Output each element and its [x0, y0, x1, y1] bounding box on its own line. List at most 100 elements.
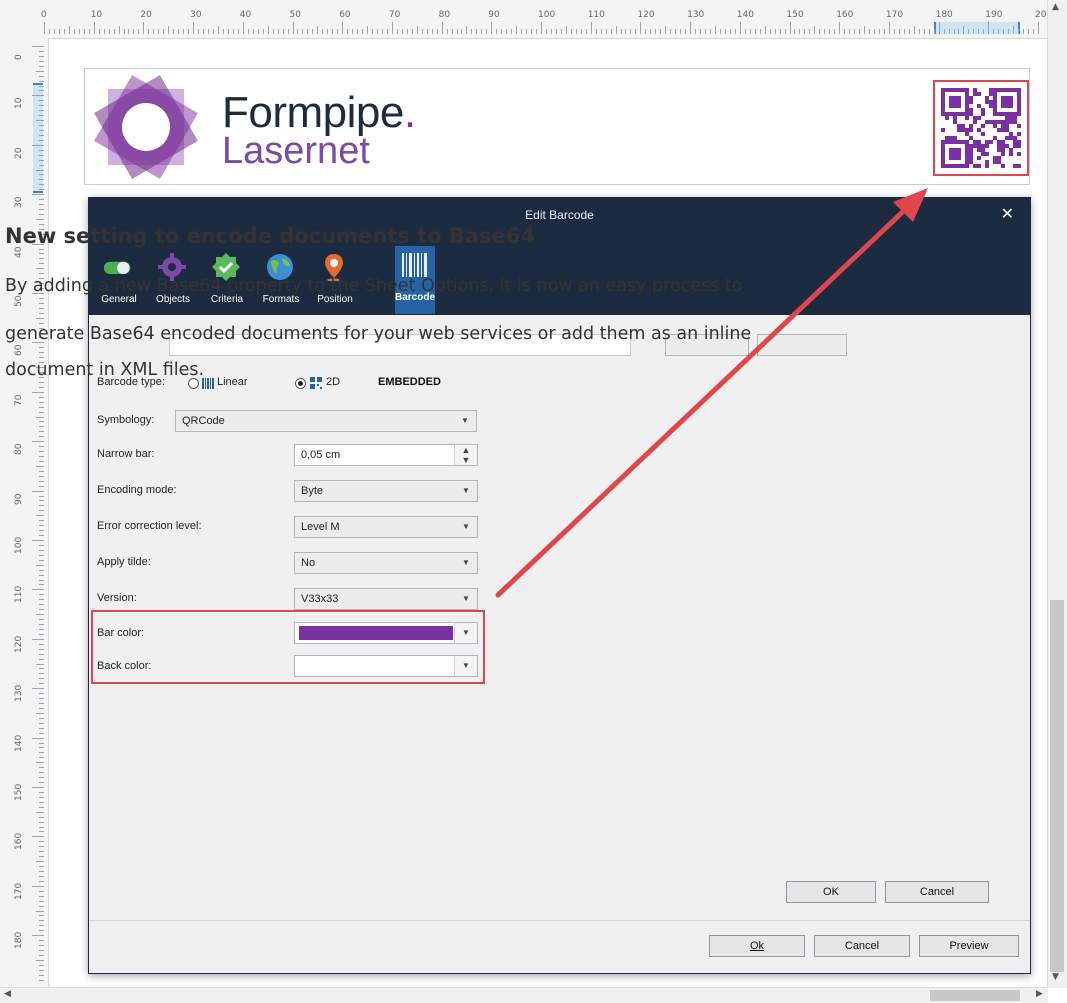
ruler-tick: [163, 29, 165, 34]
ruler-tick: [431, 29, 433, 34]
ruler-tick: [436, 29, 438, 34]
ruler-tick: [873, 29, 875, 34]
ruler-tick: [754, 29, 756, 34]
ruler-tick: [938, 22, 940, 34]
version-label: Version:: [97, 592, 137, 604]
scroll-down-icon[interactable]: ▼: [1052, 972, 1059, 982]
bar-color-picker[interactable]: ▼: [294, 622, 478, 644]
symbology-value: QRCode: [182, 415, 225, 427]
ruler-tick: [719, 29, 721, 34]
scroll-up-icon[interactable]: ▲: [1052, 2, 1059, 12]
horizontal-scrollbar[interactable]: ◀ ▶: [0, 987, 1048, 1003]
dialog-title: Edit Barcode: [525, 208, 594, 222]
narrow-bar-stepper[interactable]: 0,05 cm ▲ ▼: [294, 444, 478, 466]
ruler-tick: [381, 29, 383, 34]
ruler-tick: [332, 29, 334, 34]
ruler-tick: [516, 26, 518, 34]
ruler-tick: [39, 134, 44, 136]
ruler-tick: [39, 801, 44, 803]
footer-cancel-button[interactable]: Cancel: [814, 935, 910, 957]
ruler-tick: [555, 29, 557, 34]
version-select[interactable]: V33x33 ▼: [294, 588, 478, 610]
close-icon[interactable]: ✕: [1001, 204, 1014, 223]
inner-cancel-button[interactable]: Cancel: [885, 881, 989, 903]
ruler-label: 90: [14, 493, 24, 505]
ruler-tick: [39, 964, 44, 966]
ruler-tick: [39, 950, 44, 952]
ruler-tick: [39, 658, 44, 660]
ruler-tick: [39, 554, 44, 556]
ruler-tick: [138, 29, 140, 34]
ruler-tick: [312, 29, 314, 34]
ruler-label: 170: [885, 10, 904, 20]
ruler-tick: [1038, 22, 1039, 34]
ruler-tick: [685, 29, 687, 34]
ruler-tick: [39, 115, 44, 117]
scroll-left-icon[interactable]: ◀: [4, 989, 11, 999]
ruler-tick: [665, 26, 667, 34]
ruler-tick: [39, 895, 44, 897]
ruler-tick: [769, 29, 771, 34]
ruler-tick: [869, 29, 871, 34]
ruler-tick: [878, 29, 880, 34]
scroll-right-icon[interactable]: ▶: [1036, 989, 1043, 999]
ruler-label: 130: [14, 685, 24, 703]
ruler-tick: [39, 698, 44, 700]
barcode-toolbar-button[interactable]: [757, 334, 847, 356]
ruler-tick: [446, 29, 448, 34]
ruler-tick: [39, 915, 44, 917]
ruler-tick: [39, 55, 44, 57]
error-correction-select[interactable]: Level M ▼: [294, 516, 478, 538]
ruler-tick: [39, 940, 44, 942]
ruler-tick: [714, 26, 716, 34]
ruler-tick: [39, 890, 44, 892]
ruler-tick: [302, 29, 304, 34]
symbology-select[interactable]: QRCode ▼: [175, 410, 477, 432]
ruler-label: 20: [140, 10, 152, 20]
vertical-scrollbar[interactable]: ▲ ▼: [1047, 0, 1067, 988]
radio-2d[interactable]: [295, 378, 306, 389]
ruler-tick: [968, 29, 970, 34]
footer-divider: [89, 920, 1030, 921]
ruler-tick: [39, 80, 44, 82]
inner-ok-button[interactable]: OK: [786, 881, 876, 903]
scrollbar-thumb[interactable]: [930, 990, 1020, 1001]
footer-preview-button[interactable]: Preview: [919, 935, 1019, 957]
apply-tilde-select[interactable]: No ▼: [294, 552, 478, 574]
ruler-tick: [297, 29, 299, 34]
ruler-label: 190: [985, 10, 1003, 20]
ruler-tick: [39, 451, 44, 453]
ruler-tick: [39, 406, 44, 408]
ruler-label: 10: [14, 97, 24, 110]
radio-2d-label: 2D: [326, 376, 341, 388]
ruler-tick: [39, 386, 44, 388]
footer-ok-button[interactable]: Ok: [709, 935, 805, 957]
ruler-tick: [227, 29, 229, 34]
error-correction-value: Level M: [301, 521, 340, 533]
ruler-tick: [809, 29, 811, 34]
ruler-tick: [39, 609, 44, 611]
ruler-tick: [39, 628, 44, 630]
chevron-down-icon: ▼: [454, 656, 477, 676]
scrollbar-thumb[interactable]: [1050, 600, 1064, 972]
ruler-tick: [486, 29, 488, 34]
ruler-tick: [908, 29, 910, 34]
ruler-tick: [491, 22, 493, 34]
stepper-arrows-icon[interactable]: ▲ ▼: [454, 445, 477, 465]
ruler-tick: [36, 762, 44, 764]
qr-code-highlight[interactable]: [933, 80, 1029, 176]
ruler-label: 140: [14, 734, 24, 752]
back-color-picker[interactable]: ▼: [294, 655, 478, 677]
encoding-mode-select[interactable]: Byte ▼: [294, 480, 478, 502]
ruler-tick: [521, 29, 523, 34]
overlay-paragraph-line: document in XML files.: [5, 360, 205, 380]
ruler-tick: [39, 668, 44, 670]
ruler-tick: [1028, 29, 1030, 34]
ruler-tick: [779, 29, 781, 34]
ruler-label: 150: [14, 783, 24, 801]
ruler-tick: [695, 29, 697, 34]
ruler-tick: [39, 75, 44, 77]
ruler-tick: [39, 125, 44, 127]
ruler-tick: [39, 594, 44, 596]
ruler-tick: [759, 29, 761, 34]
